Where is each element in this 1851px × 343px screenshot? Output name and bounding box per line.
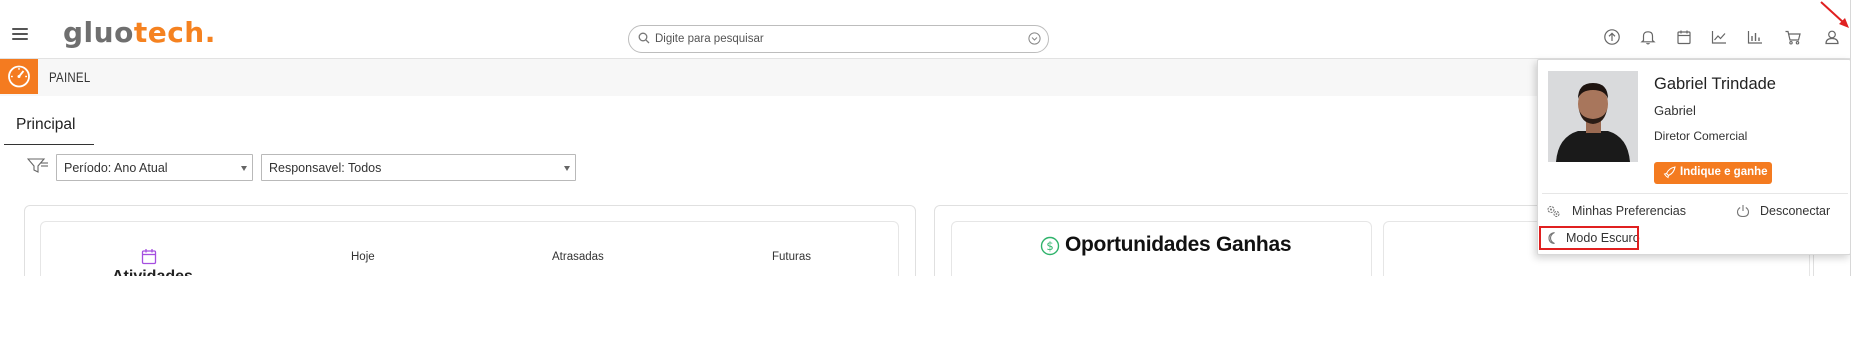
bar-chart-icon[interactable] bbox=[1746, 28, 1764, 46]
svg-text:$: $ bbox=[1046, 239, 1053, 253]
user-name: Gabriel Trindade bbox=[1654, 75, 1776, 93]
search-icon bbox=[638, 32, 650, 44]
top-bar: gluotech. bbox=[0, 0, 1850, 59]
responsavel-select-value: Responsavel: Todos bbox=[269, 161, 382, 175]
user-icon[interactable] bbox=[1823, 28, 1841, 46]
indique-e-ganhe-button[interactable]: Indique e ganhe bbox=[1654, 162, 1772, 184]
activities-title: Atividades bbox=[112, 268, 193, 276]
power-icon bbox=[1736, 205, 1750, 218]
avatar bbox=[1548, 71, 1638, 162]
divider bbox=[1542, 193, 1848, 194]
logo-text-gluo: gluo bbox=[63, 16, 134, 49]
chevron-down-icon bbox=[241, 166, 247, 171]
cart-icon[interactable] bbox=[1784, 28, 1802, 46]
search-input[interactable] bbox=[655, 29, 1025, 49]
section-label: PAINEL bbox=[49, 69, 91, 85]
logo-text-tech: tech. bbox=[133, 16, 216, 49]
upload-icon[interactable] bbox=[1603, 28, 1621, 46]
logo[interactable]: gluotech. bbox=[63, 18, 216, 48]
responsavel-select[interactable]: Responsavel: Todos bbox=[261, 154, 576, 181]
chevron-down-icon bbox=[564, 166, 570, 171]
calendar-icon bbox=[141, 249, 157, 265]
highlight-annotation bbox=[1539, 226, 1639, 250]
rocket-icon bbox=[1663, 166, 1676, 179]
user-nickname: Gabriel bbox=[1654, 103, 1696, 118]
filter-icon[interactable] bbox=[27, 157, 49, 175]
menu-icon[interactable] bbox=[12, 28, 28, 41]
calendar-icon[interactable] bbox=[1675, 28, 1693, 46]
line-chart-icon[interactable] bbox=[1710, 28, 1728, 46]
user-role: Diretor Comercial bbox=[1654, 129, 1748, 143]
tab-principal[interactable]: Principal bbox=[4, 112, 94, 145]
gears-icon bbox=[1547, 205, 1560, 218]
dashboard-gauge-icon bbox=[0, 59, 38, 94]
opportunities-title: Oportunidades Ganhas bbox=[1065, 233, 1292, 256]
periodo-select-value: Período: Ano Atual bbox=[64, 161, 168, 175]
column-hoje: Hoje bbox=[351, 251, 375, 263]
menu-item-preferences[interactable]: Minhas Preferencias bbox=[1546, 204, 1696, 220]
logout-label: Desconectar bbox=[1760, 204, 1831, 218]
indique-e-ganhe-label: Indique e ganhe bbox=[1680, 166, 1768, 178]
blank-area bbox=[0, 276, 1851, 343]
preferences-label: Minhas Preferencias bbox=[1572, 204, 1686, 218]
menu-item-logout[interactable]: Desconectar bbox=[1736, 204, 1841, 220]
red-arrow-annotation bbox=[1820, 1, 1849, 28]
column-futuras: Futuras bbox=[772, 251, 811, 263]
chevron-down-circle-icon[interactable] bbox=[1028, 32, 1041, 45]
search-box bbox=[628, 25, 1049, 53]
dollar-circle-icon: $ bbox=[1040, 236, 1060, 256]
bell-icon[interactable] bbox=[1639, 28, 1657, 46]
periodo-select[interactable]: Período: Ano Atual bbox=[56, 154, 253, 181]
app-window: gluotech. Digite para pesquisar PAINEL P… bbox=[0, 0, 1851, 276]
column-atrasadas: Atrasadas bbox=[552, 251, 604, 263]
tab-label: Principal bbox=[16, 116, 76, 133]
